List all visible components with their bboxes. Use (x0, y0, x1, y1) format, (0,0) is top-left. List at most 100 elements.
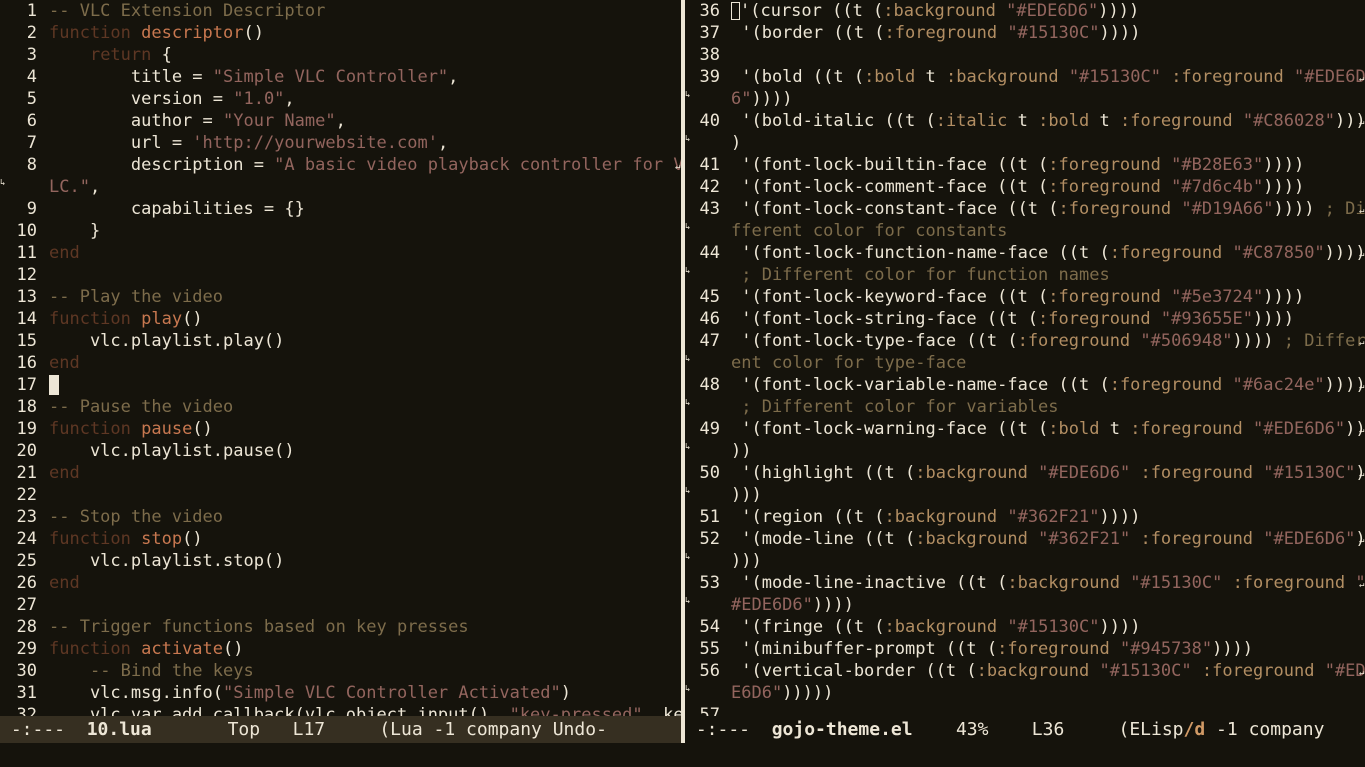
code-line-continuation[interactable]: ))) (731, 484, 762, 506)
code-token: ent color for type-face (731, 353, 967, 373)
code-line[interactable]: function stop() (49, 528, 203, 550)
code-line[interactable]: } (49, 220, 100, 242)
code-line[interactable]: description = "A basic video playback co… (49, 154, 681, 176)
code-line[interactable]: '(font-lock-variable-name-face ((t (:for… (731, 374, 1365, 396)
code-line[interactable]: -- Trigger functions based on key presse… (49, 616, 469, 638)
line-number: 29 (16, 639, 37, 659)
code-line[interactable]: '(font-lock-constant-face ((t (:foregrou… (731, 198, 1365, 220)
code-line[interactable]: '(cursor ((t (:background "#EDE6D6")))) (731, 0, 1139, 22)
code-token: () (192, 419, 213, 439)
right-editor-pane[interactable]: 36 '(cursor ((t (:background "#EDE6D6")))… (685, 0, 1365, 716)
line-number: 46 (699, 309, 720, 329)
code-line[interactable]: -- Pause the video (49, 396, 233, 418)
code-line[interactable]: '(mode-line-inactive ((t (:background "#… (731, 572, 1365, 594)
code-line[interactable]: function play() (49, 308, 203, 330)
code-line[interactable]: vlc.playlist.pause() (49, 440, 295, 462)
line-number: 32 (16, 705, 37, 716)
code-line[interactable]: return { (49, 44, 172, 66)
code-token: "#362F21" (1007, 507, 1100, 527)
code-line-continuation[interactable]: )) (731, 440, 751, 462)
code-token: "#7d6c4b" (1171, 177, 1264, 197)
code-line[interactable]: '(font-lock-keyword-face ((t (:foregroun… (731, 286, 1304, 308)
code-line[interactable]: end (49, 242, 80, 264)
code-line[interactable]: '(border ((t (:foreground "#15130C")))) (731, 22, 1140, 44)
code-line[interactable]: title = "Simple VLC Controller", (49, 66, 459, 88)
code-token: "A basic video playback controller for V (274, 155, 681, 175)
code-line-continuation[interactable]: E6D6"))))) (731, 682, 833, 704)
code-line[interactable]: '(font-lock-warning-face ((t (:bold t :f… (731, 418, 1365, 440)
mode-line-modes[interactable]: (Lua -1 company Undo- (325, 719, 607, 740)
code-line[interactable]: author = "Your Name", (49, 110, 346, 132)
line-number: 7 (26, 133, 37, 153)
left-editor-pane[interactable]: 1 -- VLC Extension Descriptor 2 function de… (0, 0, 681, 716)
code-line[interactable]: end (49, 572, 80, 594)
code-line-continuation[interactable]: ) (731, 132, 741, 154)
code-line[interactable]: -- VLC Extension Descriptor (49, 0, 325, 22)
mode-line-left[interactable]: -:--- 10.lua Top L17 (Lua -1 company Und… (0, 716, 681, 743)
code-line[interactable]: '(mode-line ((t (:background "#362F21" :… (731, 528, 1365, 550)
code-line-continuation[interactable]: ))) (731, 550, 762, 572)
mode-line-buffer-name[interactable]: gojo-theme.el (772, 719, 913, 740)
code-line[interactable]: '(minibuffer-prompt ((t (:foreground "#9… (731, 638, 1253, 660)
code-line[interactable]: end (49, 352, 80, 374)
code-line-continuation[interactable]: #EDE6D6")))) (731, 594, 854, 616)
code-line[interactable]: -- Stop the video (49, 506, 223, 528)
code-line[interactable]: version = "1.0", (49, 88, 295, 110)
code-line[interactable]: '(fringe ((t (:background "#15130C")))) (731, 616, 1140, 638)
code-line[interactable]: vlc.playlist.play() (49, 330, 284, 352)
code-line[interactable]: vlc.playlist.stop() (49, 550, 284, 572)
code-line[interactable]: function descriptor() (49, 22, 264, 44)
code-line-continuation[interactable]: ; Different color for function names (731, 264, 1109, 286)
code-token: :foreground (1109, 375, 1223, 395)
code-line-continuation[interactable]: fferent color for constants (731, 220, 1007, 242)
code-line[interactable]: '(vertical-border ((t (:background "#151… (731, 660, 1365, 682)
code-line[interactable]: function activate() (49, 638, 244, 660)
code-token: :foreground (1232, 573, 1346, 593)
mode-line-modes[interactable]: (ELisp (1064, 719, 1183, 740)
code-line[interactable]: end (49, 462, 80, 484)
code-token: :foreground (1130, 419, 1243, 439)
line-number: 56 (699, 661, 720, 681)
code-token: )))) (1232, 331, 1284, 351)
code-line[interactable]: url = 'http://yourwebsite.com', (49, 132, 448, 154)
code-line-continuation[interactable]: 6")))) (731, 88, 792, 110)
code-line[interactable]: -- Play the video (49, 286, 223, 308)
code-line[interactable] (49, 374, 59, 396)
code-token: '(bold ((t ( (731, 67, 865, 87)
code-line[interactable]: -- Bind the keys (49, 660, 254, 682)
code-line-continuation[interactable]: ent color for type-face (731, 352, 966, 374)
minibuffer[interactable] (0, 743, 1365, 767)
code-line[interactable]: '(font-lock-string-face ((t (:foreground… (731, 308, 1294, 330)
code-line[interactable]: '(highlight ((t (:background "#EDE6D6" :… (731, 462, 1365, 484)
code-line[interactable]: function pause() (49, 418, 213, 440)
code-line[interactable]: capabilities = {} (49, 198, 305, 220)
mode-line-modes-suffix[interactable]: -1 company (1205, 719, 1324, 740)
mode-line-right[interactable]: -:--- gojo-theme.el 43% L36 (ELisp/d -1 … (685, 716, 1365, 743)
code-line[interactable]: '(bold ((t (:bold t :background "#15130C… (731, 66, 1365, 88)
continuation-arrow-icon: ↳ (685, 222, 691, 232)
code-line[interactable]: '(region ((t (:background "#362F21")))) (731, 506, 1140, 528)
code-token: author = (49, 111, 223, 131)
wrap-arrow-icon: ↵ (1359, 668, 1365, 678)
code-line-continuation[interactable]: ; Different color for variables (731, 396, 1058, 418)
mode-line-buffer-name[interactable]: 10.lua (87, 719, 152, 740)
code-token: "#EDE6D6" (1253, 419, 1346, 439)
code-line[interactable]: '(font-lock-type-face ((t (:foreground "… (731, 330, 1365, 352)
code-line[interactable]: '(font-lock-builtin-face ((t (:foregroun… (731, 154, 1304, 176)
code-line[interactable]: '(bold-italic ((t (:italic t :bold t :fo… (731, 110, 1365, 132)
code-token: "#5e3724" (1171, 287, 1264, 307)
code-line[interactable]: '(font-lock-comment-face ((t (:foregroun… (731, 176, 1304, 198)
code-line[interactable]: '(font-lock-function-name-face ((t (:for… (731, 242, 1365, 264)
code-line-continuation[interactable]: LC.", (49, 176, 100, 198)
code-line[interactable]: vlc.msg.info("Simple VLC Controller Acti… (49, 682, 571, 704)
code-line[interactable]: vlc.var.add_callback(vlc.object.input(),… (49, 704, 681, 716)
code-token: 6" (731, 89, 752, 109)
code-token: t (1007, 111, 1039, 131)
code-token: :foreground (1017, 331, 1131, 351)
line-number: 8 (26, 155, 37, 175)
code-token: "#EDE6D6" (1263, 529, 1356, 549)
